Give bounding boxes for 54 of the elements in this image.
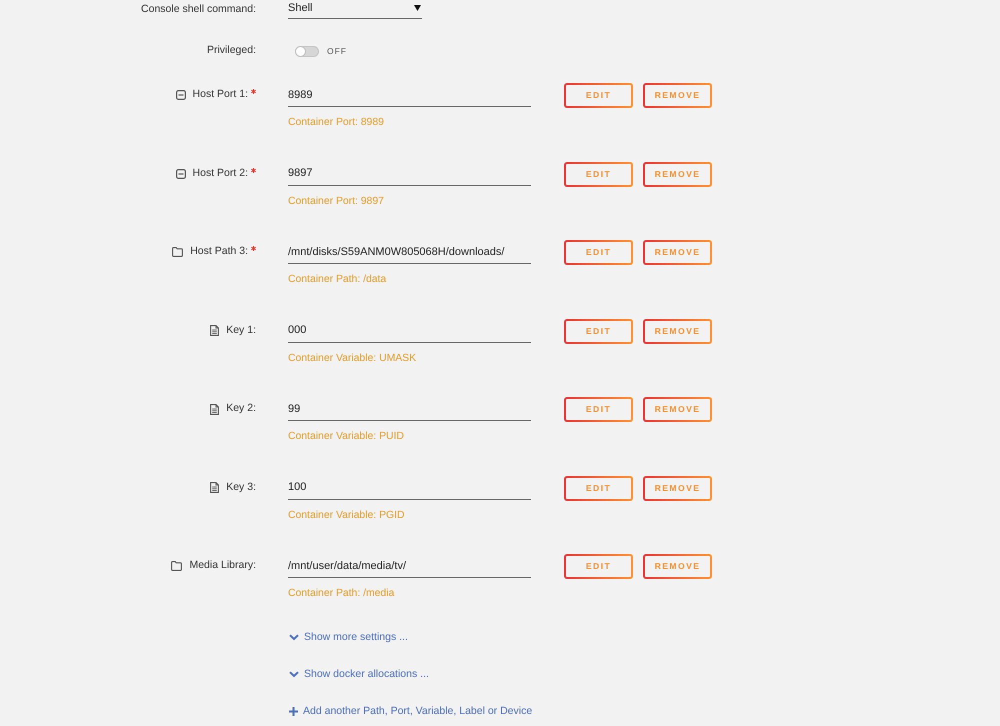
hint-text: Container Variable: UMASK bbox=[288, 352, 418, 366]
expand-link[interactable]: Show docker allocations ... bbox=[289, 666, 429, 682]
hint-text: Container Port: 9897 bbox=[288, 194, 385, 208]
field-label: Console shell command: bbox=[141, 2, 256, 17]
text-field[interactable]: 99 bbox=[288, 397, 531, 421]
edit-button[interactable]: EDIT bbox=[564, 397, 633, 422]
remove-button[interactable]: REMOVE bbox=[643, 318, 712, 344]
expand-link[interactable]: Show more settings ... bbox=[289, 629, 408, 645]
document-icon bbox=[210, 325, 220, 336]
toggle-state-label: OFF bbox=[327, 44, 347, 58]
remove-button[interactable]: REMOVE bbox=[643, 83, 712, 108]
field-label: Privileged: bbox=[206, 43, 256, 58]
text-field[interactable]: 8989 bbox=[288, 83, 531, 107]
field-label: Host Path 3: bbox=[190, 244, 248, 260]
remove-button[interactable]: REMOVE bbox=[643, 162, 712, 186]
edit-button[interactable]: EDIT bbox=[564, 318, 633, 344]
field-label: Key 1: bbox=[226, 322, 256, 338]
chevron-down-icon bbox=[289, 670, 299, 678]
folder-icon bbox=[171, 561, 182, 571]
field-label: Media Library: bbox=[189, 558, 256, 574]
text-field[interactable]: /mnt/disks/S59ANM0W805068H/downloads/ bbox=[288, 240, 531, 264]
text-field[interactable]: 100 bbox=[288, 476, 531, 500]
shell-dropdown[interactable]: Shell bbox=[288, 0, 422, 19]
minus-square-icon bbox=[176, 90, 186, 100]
field-label: Host Port 2: bbox=[192, 166, 248, 181]
field-label: Host Port 1: bbox=[192, 87, 248, 102]
minus-square-icon bbox=[176, 168, 186, 178]
hint-text: Container Path: /media bbox=[288, 587, 396, 601]
remove-button[interactable]: REMOVE bbox=[643, 554, 712, 579]
edit-button[interactable]: EDIT bbox=[564, 162, 633, 186]
edit-button[interactable]: EDIT bbox=[564, 476, 633, 500]
hint-text: Container Path: /data bbox=[288, 273, 388, 287]
edit-button[interactable]: EDIT bbox=[564, 554, 633, 579]
remove-button[interactable]: REMOVE bbox=[643, 240, 712, 265]
document-icon bbox=[210, 404, 220, 414]
field-label: Key 3: bbox=[226, 480, 256, 495]
remove-button[interactable]: REMOVE bbox=[643, 397, 712, 422]
add-link[interactable]: Add another Path, Port, Variable, Label or Device bbox=[289, 703, 532, 719]
hint-text: Container Port: 8989 bbox=[288, 116, 385, 130]
edit-button[interactable]: EDIT bbox=[564, 83, 633, 108]
text-field[interactable]: /mnt/user/data/media/tv/ bbox=[288, 554, 531, 578]
edit-button[interactable]: EDIT bbox=[564, 240, 633, 265]
text-field[interactable]: 9897 bbox=[288, 162, 531, 186]
hint-text: Container Variable: PGID bbox=[288, 508, 406, 522]
field-label: Key 2: bbox=[226, 401, 256, 416]
plus-icon bbox=[289, 706, 298, 716]
caret-down-icon bbox=[414, 5, 421, 11]
hint-text: Container Variable: PUID bbox=[288, 430, 405, 444]
chevron-down-icon bbox=[289, 634, 299, 640]
document-icon bbox=[210, 482, 220, 493]
remove-button[interactable]: REMOVE bbox=[643, 476, 712, 500]
toggle-switch[interactable] bbox=[295, 46, 319, 56]
text-field[interactable]: 000 bbox=[288, 318, 531, 342]
folder-icon bbox=[172, 247, 184, 257]
